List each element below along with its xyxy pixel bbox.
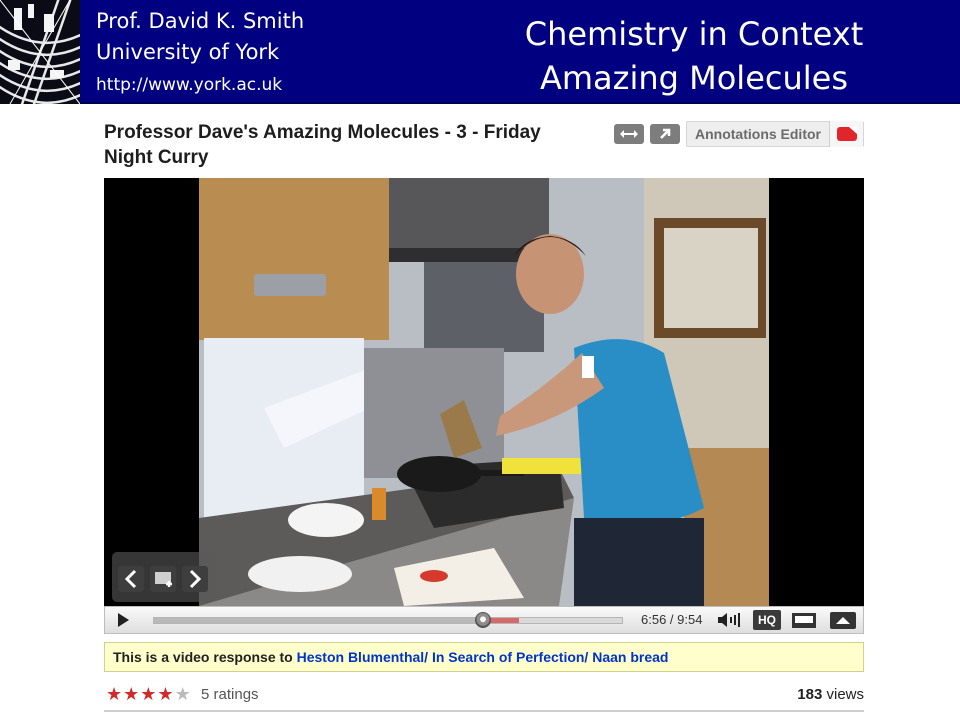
fullscreen-icon: [830, 612, 856, 629]
next-button[interactable]: [182, 566, 208, 592]
ratings-row: ★★★★★ 5 ratings 183 views: [104, 682, 864, 706]
divider: [104, 710, 864, 712]
author-affiliation: University of York: [96, 40, 280, 64]
star-icon[interactable]: ★: [106, 684, 123, 704]
add-to-playlist-button[interactable]: [150, 566, 176, 592]
player-controls: 6:56 / 9:54 HQ: [104, 606, 864, 634]
play-button[interactable]: [115, 612, 131, 632]
progress-played: [154, 618, 483, 623]
star-icon[interactable]: ★: [123, 684, 140, 704]
time-display: 6:56 / 9:54: [641, 612, 703, 627]
views-number: 183: [797, 686, 823, 703]
star-rating[interactable]: ★★★★★: [106, 684, 192, 705]
expand-icon: [620, 130, 638, 138]
expand-button[interactable]: [614, 124, 644, 144]
progress-bar[interactable]: [153, 612, 623, 628]
university-url[interactable]: http://www.york.ac.uk: [96, 68, 304, 102]
hq-toggle[interactable]: HQ: [753, 610, 781, 630]
scrubber-handle[interactable]: [475, 612, 491, 628]
volume-button[interactable]: [717, 611, 741, 633]
ratings-count: 5 ratings: [201, 686, 259, 703]
author-block: Prof. David K. Smith University of York …: [96, 6, 304, 102]
views-suffix: views: [822, 686, 864, 703]
share-arrow-icon: [660, 128, 671, 139]
video-title: Professor Dave's Amazing Molecules - 3 -…: [104, 122, 541, 168]
share-button[interactable]: [650, 124, 680, 144]
video-frame-kitchen-scene: [104, 178, 864, 606]
title-toolbar: Annotations Editor: [608, 120, 864, 148]
annotations-editor-button[interactable]: Annotations Editor: [686, 121, 864, 147]
video-response-prefix: This is a video response to: [113, 649, 297, 665]
player-size-button[interactable]: [791, 611, 817, 630]
previous-button[interactable]: [118, 566, 144, 592]
course-title-line2: Amazing Molecules: [539, 59, 848, 97]
course-title: Chemistry in Context Amazing Molecules: [480, 12, 908, 100]
video-response-notice: This is a video response to Heston Blume…: [104, 642, 864, 672]
star-icon[interactable]: ★: [140, 684, 157, 704]
play-icon: [118, 613, 129, 627]
overlay-nav-panel: [112, 552, 216, 602]
fullscreen-button[interactable]: [829, 611, 857, 630]
university-crest-logo: [0, 0, 80, 104]
author-name: Prof. David K. Smith: [96, 9, 305, 33]
player-size-icon: [792, 613, 816, 628]
annotations-icon: [829, 121, 863, 147]
star-icon[interactable]: ★: [157, 684, 174, 704]
slide-header: Prof. David K. Smith University of York …: [0, 0, 960, 104]
star-icon[interactable]: ★: [175, 684, 192, 704]
video-player[interactable]: [104, 178, 864, 606]
annotations-editor-label: Annotations Editor: [695, 126, 821, 142]
view-count: 183 views: [797, 686, 864, 703]
volume-icon: [718, 613, 740, 627]
course-title-line1: Chemistry in Context: [524, 15, 864, 53]
video-response-link[interactable]: Heston Blumenthal/ In Search of Perfecti…: [297, 649, 669, 665]
